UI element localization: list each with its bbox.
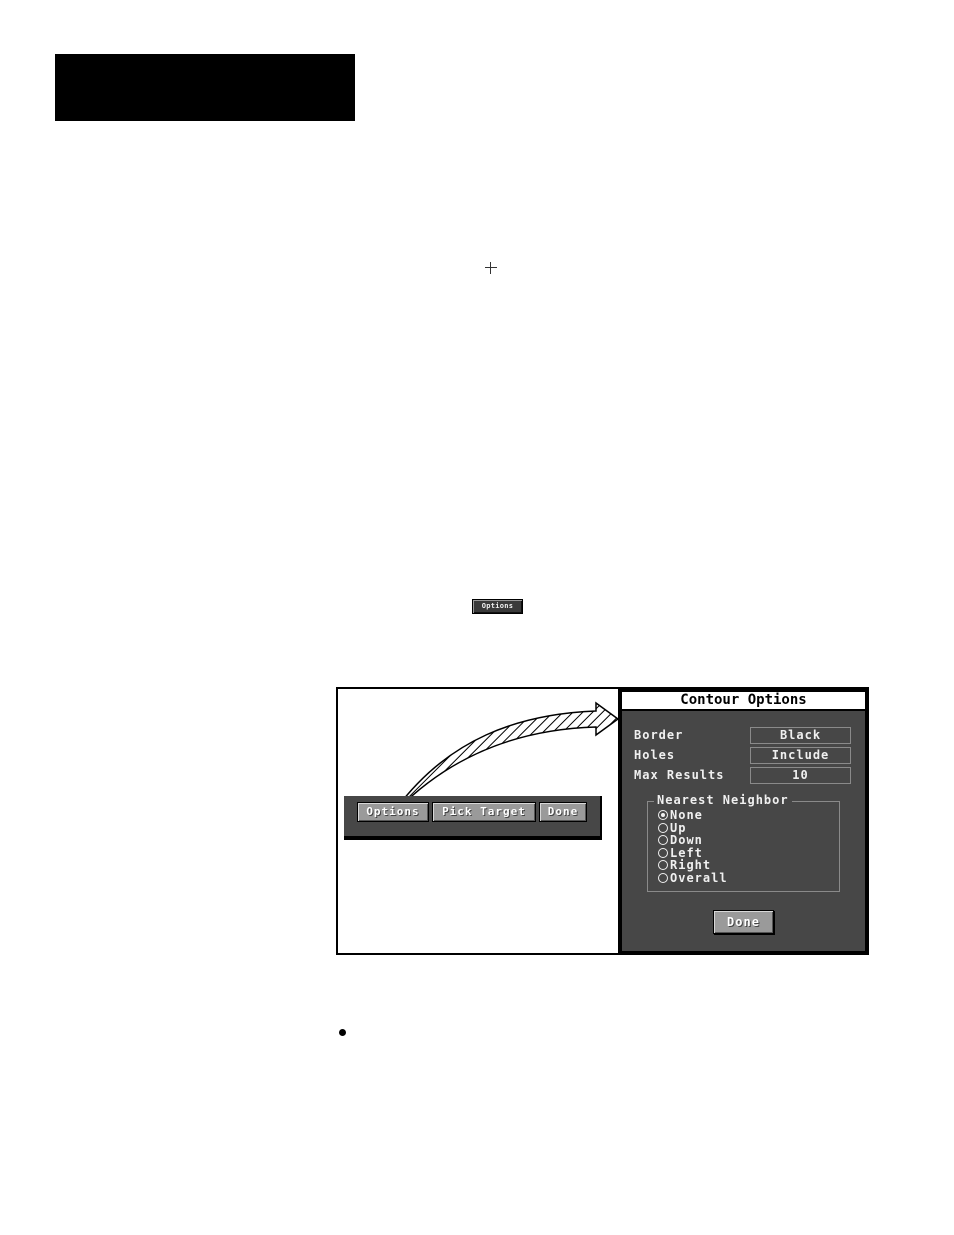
border-field[interactable]: Black (750, 727, 851, 744)
radio-unchecked-icon[interactable] (658, 872, 668, 883)
radio-overall[interactable]: Overall (658, 872, 728, 884)
radio-unchecked-icon[interactable] (658, 847, 668, 858)
radio-label: None (670, 808, 703, 822)
crosshair-icon (485, 262, 497, 274)
radio-checked-icon[interactable] (658, 810, 668, 820)
options-button[interactable]: Options (357, 802, 429, 822)
radio-label: Up (670, 820, 687, 835)
button-bar: Options Pick Target Done (344, 796, 602, 840)
radio-unchecked-icon[interactable] (658, 860, 668, 870)
dialog-done-button[interactable]: Done (713, 910, 774, 934)
dialog-title: Contour Options (622, 692, 865, 711)
radio-label: Right (670, 858, 712, 872)
radio-up[interactable]: Up (658, 822, 686, 834)
holes-label: Holes (634, 748, 676, 762)
radio-unchecked-icon[interactable] (658, 822, 668, 833)
nearest-neighbor-group: Nearest Neighbor None Up Down Left Right (647, 793, 840, 892)
nearest-neighbor-legend: Nearest Neighbor (654, 793, 792, 807)
radio-left[interactable]: Left (658, 847, 703, 859)
radio-down[interactable]: Down (658, 834, 703, 846)
radio-none[interactable]: None (658, 809, 703, 821)
pick-target-button[interactable]: Pick Target (432, 802, 536, 822)
max-results-field[interactable]: 10 (750, 767, 851, 784)
done-button[interactable]: Done (539, 802, 587, 822)
radio-unchecked-icon[interactable] (658, 835, 668, 845)
inline-options-button[interactable]: Options (472, 599, 523, 614)
bullet-icon (339, 1029, 346, 1036)
border-label: Border (634, 728, 684, 742)
chapter-header-block (55, 54, 355, 121)
contour-options-dialog: Contour Options Border Black Holes Inclu… (618, 688, 869, 955)
radio-label: Overall (670, 870, 728, 885)
radio-label: Left (670, 845, 703, 860)
holes-field[interactable]: Include (750, 747, 851, 764)
radio-right[interactable]: Right (658, 859, 711, 871)
radio-label: Down (670, 833, 703, 847)
contour-options-figure: Options Pick Target Done Contour Options… (336, 687, 869, 955)
max-results-label: Max Results (634, 768, 725, 782)
